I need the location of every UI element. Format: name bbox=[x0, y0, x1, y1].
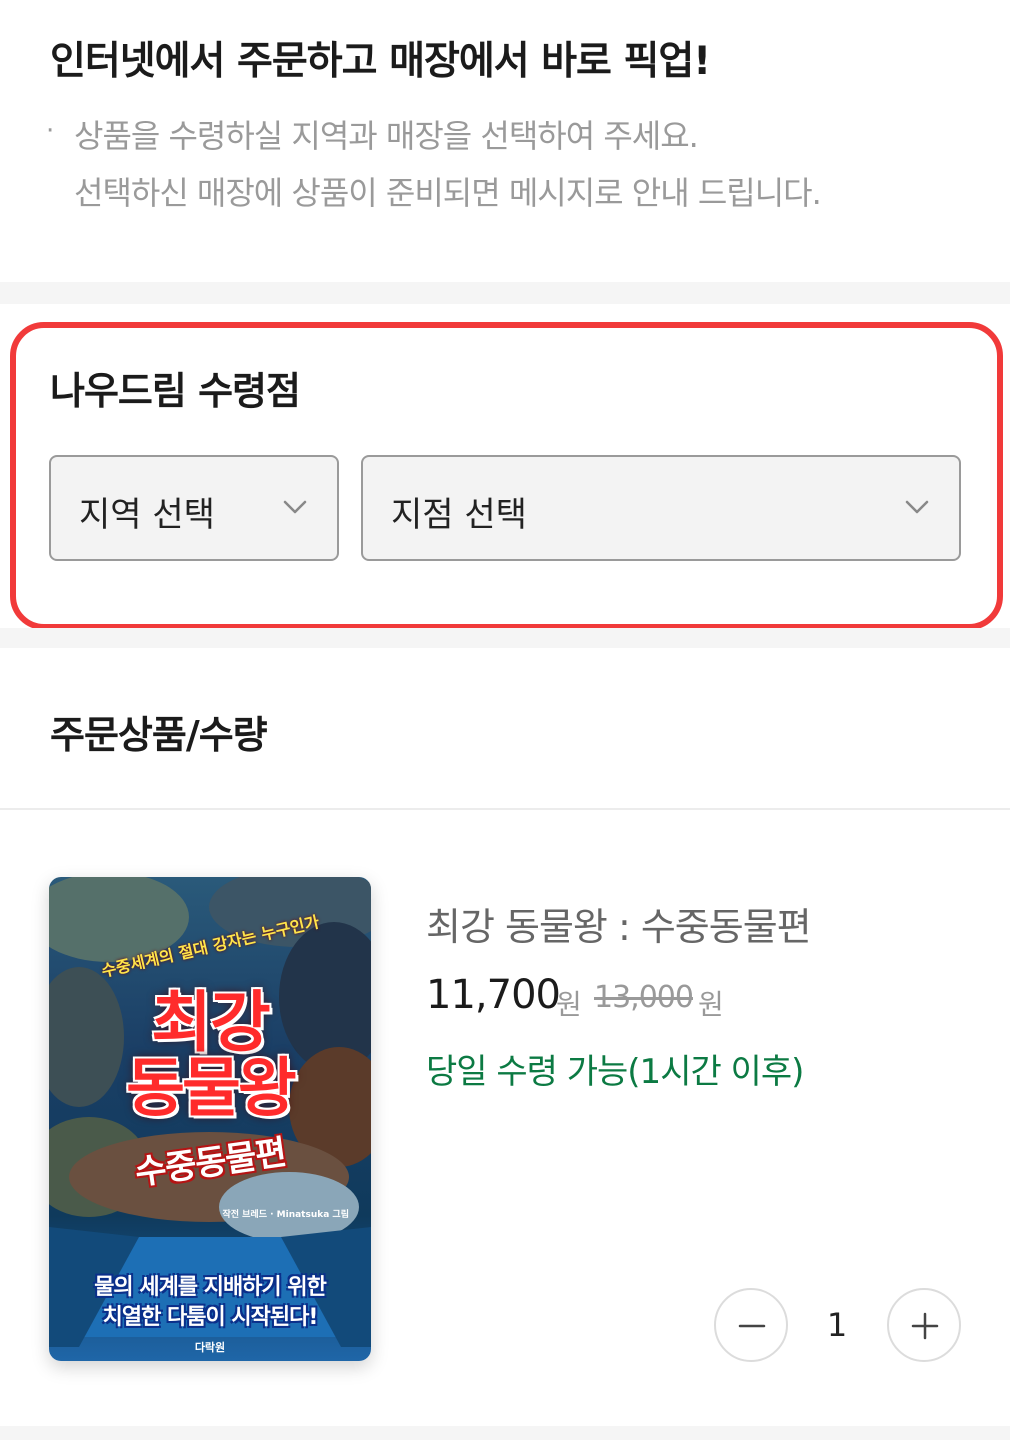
order-items-title: 주문상품/수량 bbox=[50, 713, 268, 757]
original-price-unit: 원 bbox=[698, 988, 724, 1021]
chevron-down-icon bbox=[905, 500, 929, 514]
branch-select[interactable]: 지점 선택 bbox=[361, 455, 961, 561]
pickup-intro-section: 인터넷에서 주문하고 매장에서 바로 픽업! · 상품을 수령하실 지역과 매장… bbox=[0, 0, 1010, 282]
original-price: 13,000 bbox=[594, 980, 694, 1015]
section-divider bbox=[0, 628, 1010, 648]
quantity-value: 1 bbox=[826, 1306, 848, 1344]
pickup-intro-title: 인터넷에서 주문하고 매장에서 바로 픽업! bbox=[50, 39, 711, 84]
book-cover-image[interactable]: 수중세계의 절대 강자는 누구인가 최강 동물왕 수중동물편 작전 브레드 · … bbox=[49, 877, 371, 1361]
section-divider bbox=[0, 282, 1010, 304]
pickup-store-title: 나우드림 수령점 bbox=[50, 369, 301, 413]
product-title[interactable]: 최강 동물왕 : 수중동물편 bbox=[426, 896, 812, 951]
sale-price: 11,700 bbox=[426, 972, 561, 1018]
cover-publisher: 다락원 bbox=[194, 1341, 226, 1354]
pickup-availability: 당일 수령 가능(1시간 이후) bbox=[426, 1052, 804, 1092]
bullet-icon: · bbox=[46, 116, 55, 146]
order-items-header: 주문상품/수량 bbox=[0, 648, 1010, 810]
cover-tagline-bottom-2: 치열한 다툼이 시작된다! bbox=[102, 1305, 319, 1330]
chevron-down-icon bbox=[283, 500, 307, 514]
cover-author: 작전 브레드 · Minatsuka 그림 bbox=[222, 1210, 349, 1220]
plus-icon bbox=[911, 1312, 939, 1340]
region-select[interactable]: 지역 선택 bbox=[49, 455, 339, 561]
sale-price-unit: 원 bbox=[556, 988, 582, 1021]
pickup-intro-description: 상품을 수령하실 지역과 매장을 선택하여 주세요. 선택하신 매장에 상품이 … bbox=[74, 108, 822, 222]
minus-icon bbox=[738, 1324, 766, 1328]
section-divider bbox=[0, 1426, 1010, 1440]
region-select-label: 지역 선택 bbox=[79, 495, 215, 535]
pickup-intro-line-2: 선택하신 매장에 상품이 준비되면 메시지로 안내 드립니다. bbox=[74, 174, 822, 212]
quantity-increase-button[interactable] bbox=[887, 1288, 961, 1362]
branch-select-label: 지점 선택 bbox=[391, 495, 527, 535]
quantity-decrease-button[interactable] bbox=[714, 1288, 788, 1362]
cover-title-line-2: 동물왕 bbox=[126, 1052, 297, 1126]
cover-tagline-bottom-1: 물의 세계를 지배하기 위한 bbox=[94, 1275, 327, 1300]
pickup-intro-line-1: 상품을 수령하실 지역과 매장을 선택하여 주세요. bbox=[74, 117, 699, 155]
